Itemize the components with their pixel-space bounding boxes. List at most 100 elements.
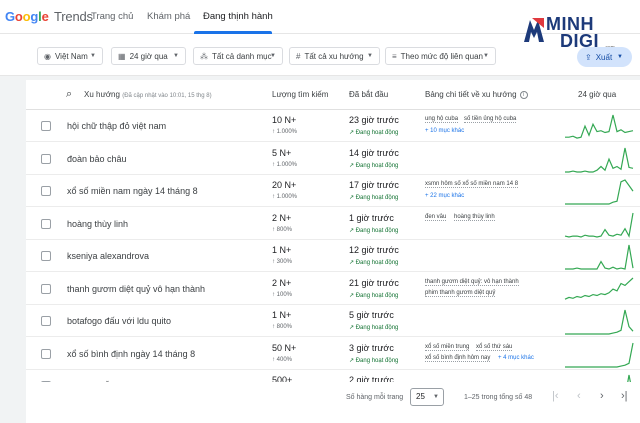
breakdown-chip[interactable]: thanh gươm diệt quỷ: vô hạn thành (425, 279, 519, 286)
minhdigi-logo-mark (524, 18, 544, 42)
chevron-down-icon: ▼ (173, 53, 179, 59)
last-page-icon[interactable]: ›| (621, 390, 628, 402)
trend-sparkline (565, 244, 634, 270)
logo-trends-text: Trends (54, 9, 93, 24)
trend-sparkline (565, 114, 634, 139)
sparkline-series (565, 114, 634, 139)
table-row[interactable]: botafogo đấu với ldu quito 1 N+ ↑ 800% 5 gi… (26, 305, 640, 337)
column-trend[interactable]: Xu hướng (Đã cập nhật vào 10:01, 15 thg … (84, 90, 212, 99)
status-active: ↗ Đang hoạt động (349, 227, 399, 234)
started-time: 1 giờ trước (349, 212, 394, 223)
tab-trending[interactable]: Đang thịnh hành (203, 11, 273, 22)
minhdigi-watermark: MINH DIGI .com (522, 14, 640, 51)
chevron-down-icon: ▼ (433, 394, 439, 400)
row-checkbox[interactable] (41, 283, 51, 294)
info-icon[interactable]: i (519, 90, 528, 99)
search-volume: 1 N+ (272, 245, 292, 255)
google-trends-logo[interactable]: Google Trends (5, 9, 93, 24)
sparkline-series (565, 244, 634, 270)
chevron-down-icon: ▼ (90, 53, 96, 59)
row-checkbox[interactable] (41, 348, 51, 359)
breakdown-chip[interactable]: phim thanh gươm diệt quỷ (425, 290, 496, 297)
started-time: 3 giờ trước (349, 342, 394, 353)
tab-explore[interactable]: Khám phá (147, 11, 190, 22)
search-volume: 50 N+ (272, 342, 297, 353)
table-row[interactable]: đoàn bảo châu 5 N+ ↑ 1.000% 14 giờ trước ↗ Đ… (26, 143, 640, 175)
status-active: ↗ Đang hoạt động (349, 325, 399, 331)
search-volume: 2 N+ (272, 277, 292, 288)
next-page-icon[interactable]: › (600, 390, 604, 402)
export-button[interactable]: ⇪ Xuất ▼ (577, 47, 632, 67)
breakdown-chip[interactable]: số tiền ủng hộ cuba (464, 116, 517, 123)
category-filter-label: Tất cả danh mục (212, 51, 272, 61)
prev-page-icon[interactable]: ‹ (577, 390, 581, 402)
search-volume: 10 N+ (272, 115, 297, 125)
row-checkbox[interactable] (41, 153, 51, 164)
breakdown-chip[interactable]: xsmn hôm số xổ số miền nam 14 8 (425, 181, 519, 188)
status-active: ↗ Đang hoạt động (349, 130, 399, 136)
trend-type-filter[interactable]: # Tất cả xu hướng ▼ (289, 47, 380, 65)
started-time: 12 giờ trước (349, 245, 399, 255)
first-page-icon[interactable]: |‹ (552, 390, 559, 402)
calendar-icon: ▦ (118, 51, 126, 61)
trends-table: ⌕ Xu hướng (Đã cập nhật vào 10:01, 15 th… (26, 80, 640, 423)
trend-term[interactable]: kseniya alexandrova (67, 251, 149, 261)
table-row[interactable]: hội chữ thập đỏ việt nam 10 N+ ↑ 1.000% 23 … (26, 110, 640, 142)
more-items-link[interactable]: + 22 mục khác (425, 193, 464, 199)
trend-term[interactable]: thanh gươm diệt quỷ vô hạn thành (67, 284, 205, 294)
breakdown-chip[interactable]: xổ số thứ sáu (476, 344, 513, 351)
trend-term[interactable]: hoàng thùy linh (67, 219, 128, 229)
more-items-link[interactable]: + 10 mục khác (425, 128, 464, 134)
column-volume[interactable]: Lượng tìm kiếm (272, 90, 328, 99)
table-row[interactable]: hoàng thùy linh 2 N+ ↑ 800% 1 giờ trước ↗ Đa… (26, 208, 640, 240)
row-checkbox[interactable] (41, 316, 51, 326)
hashtag-icon: # (296, 51, 301, 61)
table-row[interactable]: thanh gươm diệt quỷ vô hạn thành 2 N+ ↑ 10… (26, 273, 640, 305)
search-icon[interactable]: ⌕ (66, 88, 72, 101)
chevron-down-icon: ▼ (617, 54, 623, 60)
sparkline-series (565, 147, 634, 173)
breakdown-chip[interactable]: hoàng thùy linh (454, 214, 495, 221)
row-checkbox[interactable] (41, 251, 51, 261)
breakdown-chip[interactable]: xổ số bình định hôm nay (425, 355, 491, 362)
trend-term[interactable]: đoàn bảo châu (67, 154, 127, 164)
trend-term[interactable]: xổ số bình định ngày 14 tháng 8 (67, 349, 195, 359)
row-checkbox[interactable] (41, 186, 51, 196)
rows-per-page-select[interactable]: 25 ▼ (410, 388, 444, 406)
started-time: 5 giờ trước (349, 310, 394, 320)
table-row[interactable]: kseniya alexandrova 1 N+ ↑ 300% 12 giờ trướ… (26, 240, 640, 272)
breakdown-chip[interactable]: ung hộ cuba (425, 116, 459, 123)
breakdown-chip[interactable]: đen vâu (425, 214, 447, 221)
category-filter[interactable]: ⁂ Tất cả danh mục ▼ (193, 47, 283, 65)
volume-change: ↑ 800% (272, 226, 293, 233)
trend-sparkline (565, 147, 634, 173)
time-filter[interactable]: ▦ 24 giờ qua ▼ (111, 47, 186, 65)
volume-change: ↑ 1.000% (272, 129, 298, 135)
chevron-down-icon: ▼ (483, 53, 489, 59)
volume-change: ↑ 1.000% (272, 161, 298, 168)
volume-change: ↑ 400% (272, 356, 293, 363)
more-items-link[interactable]: + 4 mục khác (498, 355, 534, 361)
trend-term[interactable]: xổ số miền nam ngày 14 tháng 8 (67, 186, 198, 196)
breakdown-chip[interactable]: xổ số miền trung (425, 344, 470, 351)
volume-change: ↑ 300% (272, 259, 293, 265)
table-row[interactable]: xổ số bình định ngày 14 tháng 8 50 N+ ↑ 40… (26, 338, 640, 370)
trend-sparkline (565, 179, 634, 205)
volume-change: ↑ 100% (272, 291, 293, 298)
column-started[interactable]: Đã bắt đầu (349, 90, 388, 99)
status-active: ↗ Đang hoạt động (349, 292, 399, 299)
tab-home[interactable]: Trang chủ (91, 11, 133, 22)
started-time: 17 giờ trước (349, 180, 399, 190)
sort-filter[interactable]: ≡ Theo mức độ liên quan ▼ (385, 47, 496, 65)
trend-term[interactable]: hội chữ thập đỏ việt nam (67, 121, 166, 131)
table-row[interactable]: xổ số miền nam ngày 14 tháng 8 20 N+ ↑ 1.0… (26, 175, 640, 207)
country-filter[interactable]: ◉ Việt Nam ▼ (37, 47, 103, 65)
row-checkbox[interactable] (41, 218, 51, 229)
country-filter-label: Việt Nam (54, 51, 88, 61)
status-active: ↗ Đang hoạt động (349, 162, 399, 169)
trend-sparkline (564, 277, 634, 300)
volume-change: ↑ 800% (272, 324, 293, 330)
trend-term[interactable]: botafogo đấu với ldu quito (67, 316, 171, 326)
row-checkbox[interactable] (41, 121, 51, 131)
time-filter-label: 24 giờ qua (129, 51, 168, 61)
